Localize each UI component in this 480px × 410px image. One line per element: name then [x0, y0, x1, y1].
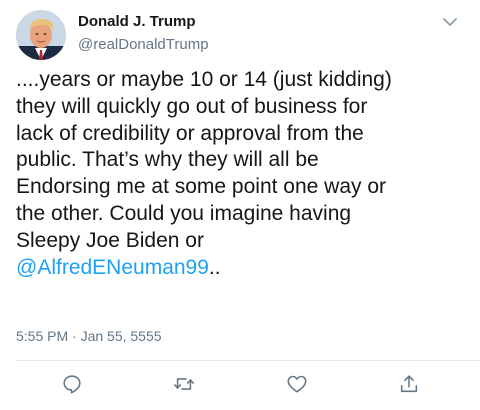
tweet-text-line: Endorsing me at some point one way or — [16, 175, 387, 199]
heart-icon — [287, 375, 307, 393]
trailing-dots: .. — [208, 255, 221, 279]
retweet-icon — [174, 378, 194, 390]
tweet-text-line: public. That’s why they will all be — [16, 148, 319, 172]
tweet-text-line: ....years or maybe 10 or 14 (just kiddin… — [16, 68, 392, 91]
tweet-timestamp[interactable]: 5:55 PM · Jan 55, 5555 — [16, 327, 162, 345]
tweet-text-line: the other. Could you imagine having — [16, 201, 352, 225]
share-button[interactable] — [396, 372, 422, 396]
tweet-text-line: they will quickly go out of business for — [16, 94, 368, 118]
divider — [16, 360, 480, 361]
avatar[interactable] — [16, 10, 66, 60]
share-icon — [400, 375, 418, 393]
mention-link[interactable]: @AlfredENeuman99 — [16, 256, 209, 279]
chevron-down-icon[interactable] — [440, 14, 460, 30]
like-button[interactable] — [284, 372, 310, 396]
tweet-text-last-line: @AlfredENeuman99.. — [16, 255, 466, 282]
tweet-card: Donald J. Trump @realDonaldTrump ....yea… — [0, 0, 480, 410]
retweet-button[interactable] — [171, 372, 197, 396]
reply-icon — [63, 375, 81, 394]
reply-button[interactable] — [59, 372, 85, 396]
user-handle[interactable]: @realDonaldTrump — [78, 36, 209, 54]
tweet-text-line: Sleepy Joe Biden or — [16, 228, 204, 252]
avatar-photo-icon — [16, 10, 66, 60]
tweet-text: ....years or maybe 10 or 14 (just kiddin… — [16, 67, 466, 281]
tweet-text-line: lack of credibility or approval from the — [16, 121, 364, 145]
display-name[interactable]: Donald J. Trump — [78, 13, 196, 31]
